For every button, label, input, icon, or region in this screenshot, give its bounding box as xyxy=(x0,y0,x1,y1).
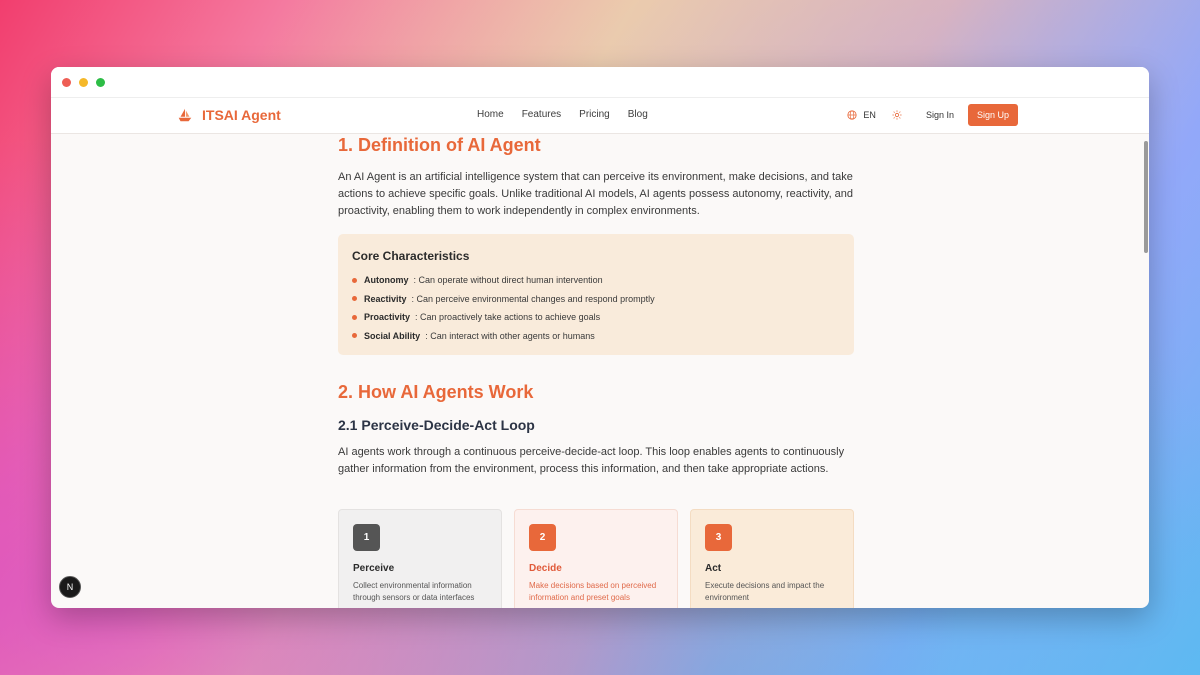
term: Social Ability xyxy=(364,330,421,341)
step-number-badge: 3 xyxy=(705,524,732,551)
bullet-icon xyxy=(352,277,357,283)
term: Proactivity xyxy=(364,312,411,323)
brand-name: ITSAI Agent xyxy=(202,107,281,123)
card-title: Decide xyxy=(529,563,562,574)
term-desc: Can operate without direct human interve… xyxy=(418,275,603,286)
nav-pricing[interactable]: Pricing xyxy=(579,109,610,120)
scrollbar-thumb[interactable] xyxy=(1144,141,1148,253)
list-item: Social Ability: Can interact with other … xyxy=(352,327,840,346)
nextjs-dev-badge[interactable]: N xyxy=(59,576,81,598)
section-2-paragraph: AI agents work through a continuous perc… xyxy=(338,446,845,475)
decide-card: 2 Decide Make decisions based on perceiv… xyxy=(514,509,678,608)
card-desc: Make decisions based on perceived inform… xyxy=(529,581,657,602)
minimize-window-button[interactable] xyxy=(79,77,88,87)
theme-toggle-sun-icon[interactable] xyxy=(892,110,902,120)
core-characteristics-box: Core Characteristics Autonomy: Can opera… xyxy=(338,234,854,355)
section-1-title: 1. Definition of AI Agent xyxy=(338,135,541,155)
term: Reactivity xyxy=(364,293,407,304)
term-desc: Can proactively take actions to achieve … xyxy=(420,312,601,323)
window-titlebar xyxy=(51,67,1149,98)
nav-home[interactable]: Home xyxy=(477,109,504,120)
maximize-window-button[interactable] xyxy=(96,77,105,87)
term-desc: Can interact with other agents or humans xyxy=(430,330,595,341)
card-desc: Collect environmental information throug… xyxy=(353,581,475,602)
nav-features[interactable]: Features xyxy=(522,109,561,120)
subsection-2-1-title: 2.1 Perceive-Decide-Act Loop xyxy=(338,417,535,433)
nav-blog[interactable]: Blog xyxy=(628,109,648,120)
language-switcher[interactable]: EN xyxy=(847,110,876,120)
browser-window: ITSAI Agent Home Features Pricing Blog E… xyxy=(51,67,1149,608)
main-nav: Home Features Pricing Blog xyxy=(477,109,648,120)
site-navbar: ITSAI Agent Home Features Pricing Blog E… xyxy=(51,98,1149,134)
loop-cards: 1 Perceive Collect environmental informa… xyxy=(338,509,854,608)
core-characteristics-title: Core Characteristics xyxy=(352,249,470,263)
card-title: Perceive xyxy=(353,563,395,574)
act-card: 3 Act Execute decisions and impact the e… xyxy=(690,509,854,608)
step-number-badge: 1 xyxy=(353,524,380,551)
term: Autonomy xyxy=(364,275,409,286)
close-window-button[interactable] xyxy=(62,77,71,87)
sign-in-link[interactable]: Sign In xyxy=(926,110,954,120)
brand-link[interactable]: ITSAI Agent xyxy=(176,106,281,124)
section-1-paragraph: An AI Agent is an artificial intelligenc… xyxy=(338,171,854,217)
step-number-badge: 2 xyxy=(529,524,556,551)
list-item: Reactivity: Can perceive environmental c… xyxy=(352,290,840,309)
section-2-title: 2. How AI Agents Work xyxy=(338,382,534,402)
card-title: Act xyxy=(705,563,722,574)
core-characteristics-list: Autonomy: Can operate without direct hum… xyxy=(352,271,840,345)
ship-logo-icon xyxy=(178,108,192,122)
sign-up-button[interactable]: Sign Up xyxy=(967,104,1018,126)
list-item: Proactivity: Can proactively take action… xyxy=(352,308,840,327)
globe-icon xyxy=(847,110,858,120)
nav-actions: EN Sign In Sign Up xyxy=(847,104,1018,126)
bullet-icon xyxy=(352,314,357,320)
card-desc: Execute decisions and impact the environ… xyxy=(705,581,825,602)
language-label: EN xyxy=(863,110,876,120)
term-desc: Can perceive environmental changes and r… xyxy=(416,293,655,304)
bullet-icon xyxy=(352,333,357,339)
perceive-card: 1 Perceive Collect environmental informa… xyxy=(338,509,502,608)
bullet-icon xyxy=(352,296,357,302)
list-item: Autonomy: Can operate without direct hum… xyxy=(352,271,840,290)
